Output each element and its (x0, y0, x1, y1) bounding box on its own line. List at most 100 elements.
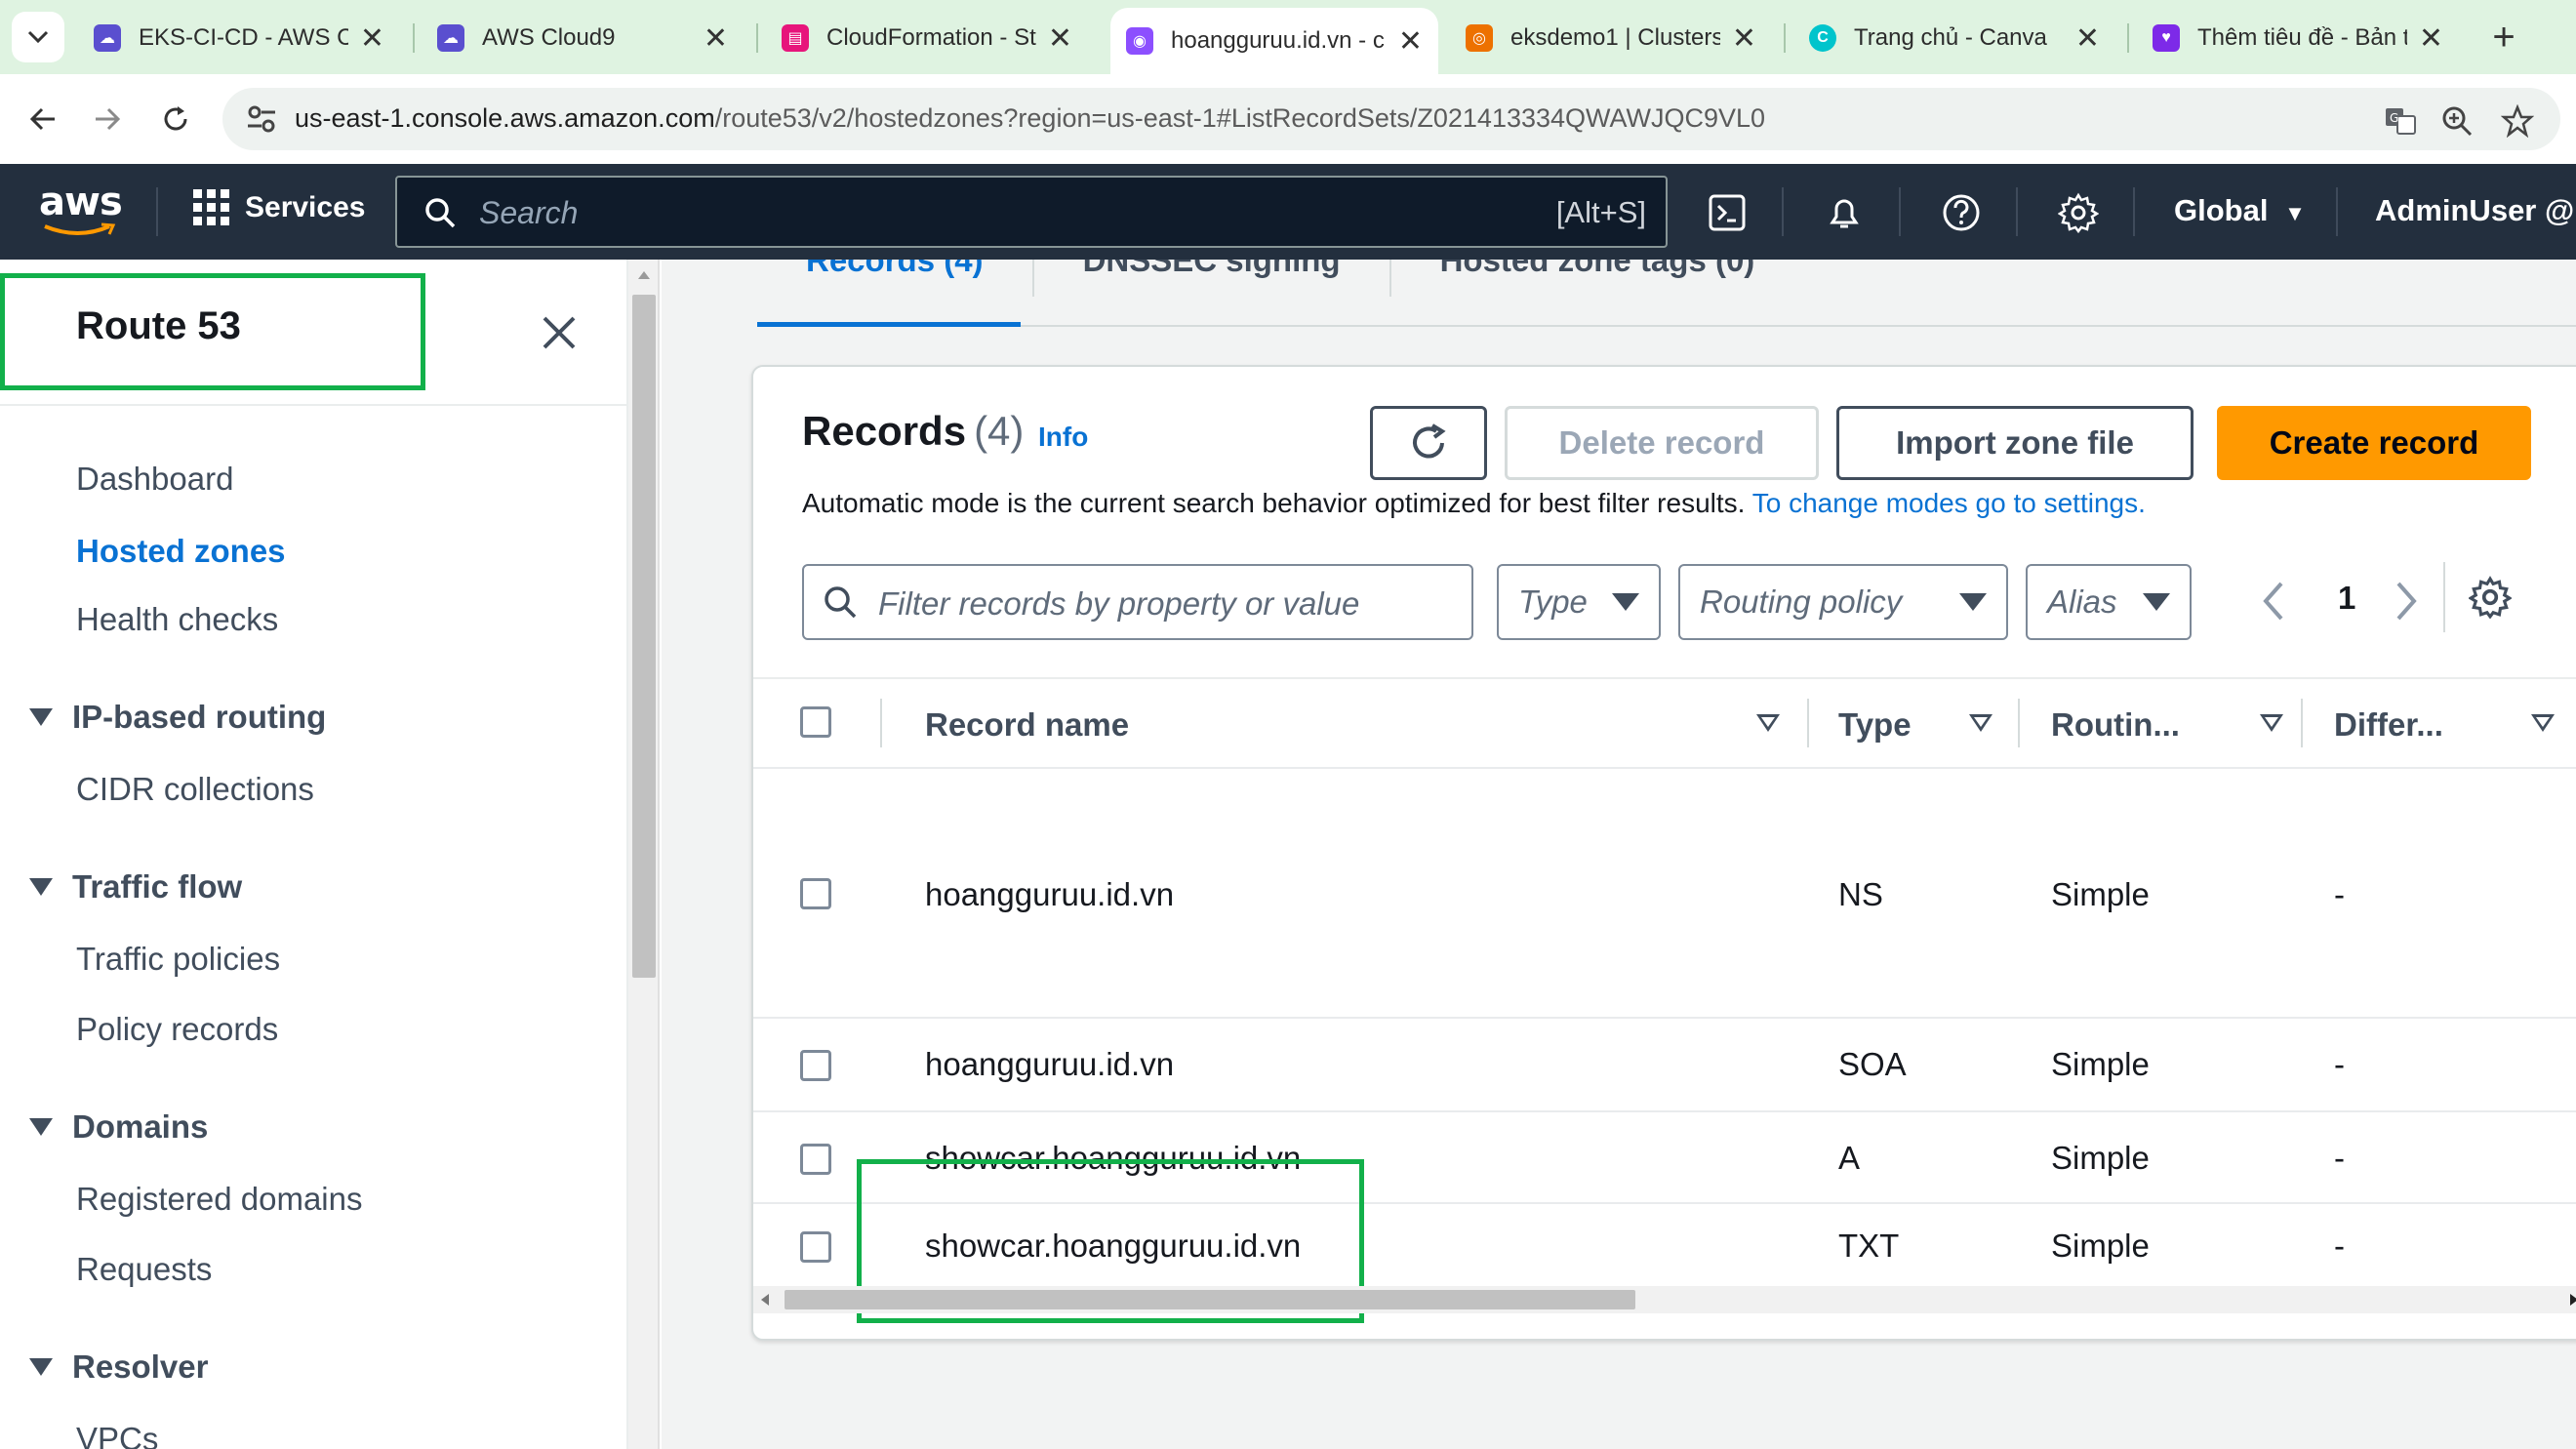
delete-record-button[interactable]: Delete record (1505, 406, 1819, 480)
chevron-right-icon[interactable] (2393, 580, 2420, 623)
close-tab-icon[interactable]: ✕ (704, 21, 728, 56)
type-filter-dropdown[interactable]: Type (1497, 564, 1661, 640)
settings-gear-icon[interactable] (2057, 191, 2100, 234)
close-icon[interactable] (537, 310, 582, 355)
aws-logo[interactable]: aws (39, 180, 123, 242)
current-page-number[interactable]: 1 (2338, 580, 2355, 617)
close-tab-icon[interactable]: ✕ (1398, 24, 1423, 59)
sidebar-item-traffic-policies[interactable]: Traffic policies (76, 941, 280, 978)
services-menu-button[interactable]: Services (193, 189, 365, 225)
record-routing: Simple (2051, 1140, 2150, 1176)
sort-icon[interactable] (1969, 714, 1992, 732)
create-record-button[interactable]: Create record (2217, 406, 2531, 480)
table-horizontal-scrollbar[interactable] (753, 1286, 2576, 1313)
close-tab-icon[interactable]: ✕ (2419, 21, 2443, 56)
filter-records-input[interactable]: Filter records by property or value (802, 564, 1473, 640)
scroll-up-icon[interactable] (638, 271, 650, 279)
sidebar-item-cidr-collections[interactable]: CIDR collections (76, 771, 314, 808)
sidebar-scrollbar[interactable] (628, 260, 660, 1449)
aws-search-input[interactable]: Search [Alt+S] (395, 176, 1668, 248)
cloudformation-favicon-icon: ▤ (782, 24, 809, 52)
sidebar-item-registered-domains[interactable]: Registered domains (76, 1181, 363, 1218)
sort-icon[interactable] (2531, 714, 2555, 732)
sidebar-section-resolver[interactable]: Resolver (29, 1348, 208, 1386)
account-menu[interactable]: AdminUser @ 7 (2375, 193, 2576, 228)
info-link[interactable]: Info (1038, 422, 1088, 453)
search-icon (825, 586, 857, 619)
search-placeholder: Search (479, 195, 579, 230)
region-selector[interactable]: Global ▼ (2174, 193, 2306, 228)
bookmark-star-icon[interactable] (2498, 101, 2537, 141)
row-checkbox[interactable] (800, 1144, 831, 1175)
sort-icon[interactable] (1756, 714, 1780, 732)
browser-tab-cloud9[interactable]: ☁ AWS Cloud9 ✕ (422, 10, 744, 66)
records-title: Records (802, 408, 967, 454)
sidebar-section-traffic-flow[interactable]: Traffic flow (29, 868, 242, 906)
scroll-left-icon[interactable] (761, 1294, 769, 1306)
tab-title: Thêm tiêu đề - Bản t (2197, 24, 2407, 51)
table-row[interactable]: hoangguruu.id.vn NS Simple - (753, 769, 2576, 1019)
address-bar[interactable]: us-east-1.console.aws.amazon.com/route53… (222, 88, 2560, 150)
browser-tab-eks-cicd[interactable]: ☁ EKS-CI-CD - AWS Clo ✕ (78, 10, 400, 66)
region-label: Global (2174, 193, 2269, 227)
site-info-icon[interactable] (244, 101, 279, 137)
browser-tab-canva-home[interactable]: C Trang chủ - Canva ✕ (1793, 10, 2115, 66)
sidebar-item-policy-records[interactable]: Policy records (76, 1011, 278, 1048)
sort-icon[interactable] (2260, 714, 2283, 732)
tab-dnssec-signing[interactable]: DNSSEC signing (1034, 260, 1389, 301)
sidebar-item-vpcs[interactable]: VPCs (76, 1421, 158, 1449)
caret-down-icon (2143, 593, 2170, 611)
help-icon[interactable] (1940, 191, 1983, 234)
main-content: Records (4) DNSSEC signing Hosted zone t… (662, 260, 2576, 1449)
column-header-record-name[interactable]: Record name (925, 706, 1129, 744)
new-tab-button[interactable]: + (2478, 14, 2529, 60)
cloudshell-icon[interactable] (1706, 191, 1749, 234)
chevron-left-icon[interactable] (2260, 580, 2287, 623)
services-label: Services (245, 190, 366, 223)
zoom-icon[interactable] (2437, 101, 2476, 141)
notifications-bell-icon[interactable] (1823, 191, 1866, 234)
browser-tab-route53-active[interactable]: ◉ hoangguruu.id.vn - c ✕ (1110, 8, 1438, 74)
browser-tab-cloudformation[interactable]: ▤ CloudFormation - Sta ✕ (766, 10, 1088, 66)
tab-search-button[interactable] (12, 12, 64, 62)
sidebar-item-dashboard[interactable]: Dashboard (76, 461, 233, 498)
scrollbar-thumb[interactable] (785, 1290, 1635, 1309)
forward-button[interactable] (84, 96, 131, 142)
table-row[interactable]: hoangguruu.id.vn SOA Simple - (753, 1019, 2576, 1112)
reload-button[interactable] (152, 96, 199, 142)
scrollbar-thumb[interactable] (632, 295, 656, 978)
sidebar-item-requests[interactable]: Requests (76, 1251, 212, 1288)
alias-filter-dropdown[interactable]: Alias (2026, 564, 2192, 640)
preferences-gear-icon[interactable] (2469, 576, 2512, 619)
browser-tab-canva-design[interactable]: ♥ Thêm tiêu đề - Bản t ✕ (2137, 10, 2459, 66)
select-all-checkbox[interactable] (800, 706, 831, 738)
refresh-icon (1413, 423, 1446, 459)
sidebar-section-domains[interactable]: Domains (29, 1108, 208, 1146)
close-tab-icon[interactable]: ✕ (1732, 21, 1756, 56)
sidebar-item-health-checks[interactable]: Health checks (76, 601, 278, 638)
tab-hosted-zone-tags[interactable]: Hosted zone tags (0) (1391, 260, 1804, 301)
sidebar-item-hosted-zones[interactable]: Hosted zones (76, 533, 286, 570)
active-tab-indicator (757, 322, 1021, 327)
refresh-button[interactable] (1370, 406, 1487, 480)
scroll-right-icon[interactable] (2570, 1294, 2576, 1306)
close-tab-icon[interactable]: ✕ (360, 21, 384, 56)
column-header-routing-policy[interactable]: Routin... (2051, 706, 2180, 744)
browser-tab-eksdemo1[interactable]: ◎ eksdemo1 | Clusters ✕ (1450, 10, 1772, 66)
sidebar-title[interactable]: Route 53 (76, 304, 241, 348)
settings-link[interactable]: To change modes go to settings. (1752, 488, 2146, 518)
routing-policy-filter-dropdown[interactable]: Routing policy (1678, 564, 2008, 640)
row-checkbox[interactable] (800, 1231, 831, 1263)
import-zone-file-button[interactable]: Import zone file (1836, 406, 2194, 480)
close-tab-icon[interactable]: ✕ (1048, 21, 1072, 56)
back-button[interactable] (20, 96, 66, 142)
row-checkbox[interactable] (800, 878, 831, 909)
column-header-type[interactable]: Type (1838, 706, 1912, 744)
tab-records[interactable]: Records (4) (757, 260, 1032, 301)
column-header-differentiator[interactable]: Differ... (2334, 706, 2443, 744)
close-tab-icon[interactable]: ✕ (2075, 21, 2100, 56)
translate-icon[interactable]: G (2381, 101, 2420, 141)
sidebar-section-ip-routing[interactable]: IP-based routing (29, 699, 326, 736)
row-checkbox[interactable] (800, 1050, 831, 1081)
tab-title: hoangguruu.id.vn - c (1171, 27, 1385, 54)
